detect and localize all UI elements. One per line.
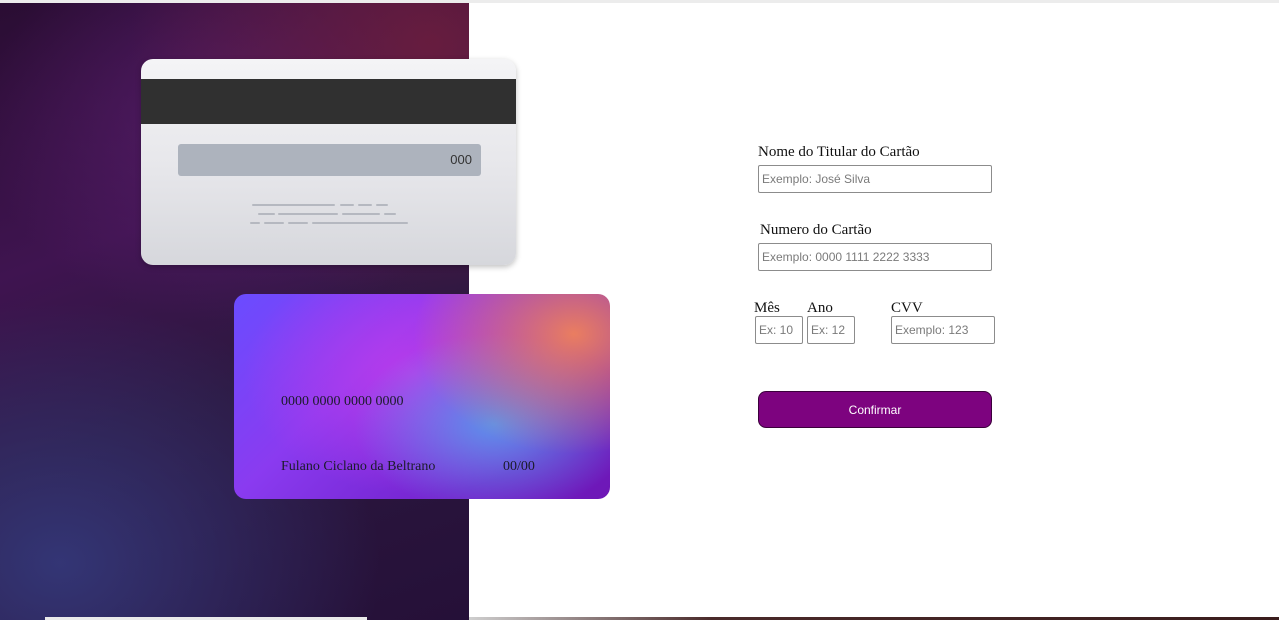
year-label: Ano — [807, 300, 833, 316]
card-front: 0000 0000 0000 0000 Fulano Ciclano da Be… — [234, 294, 610, 499]
page: 000 0000 0000 0000 0000 Fulano Ciclano d… — [0, 0, 1279, 620]
card-expiry: 00/00 — [503, 459, 535, 474]
magnetic-stripe — [141, 79, 516, 124]
name-label: Nome do Titular do Cartão — [758, 144, 920, 160]
card-number: 0000 0000 0000 0000 — [281, 394, 404, 409]
cvv-label: CVV — [891, 300, 923, 316]
cvv-input[interactable] — [891, 316, 995, 344]
card-holder-input[interactable] — [758, 165, 992, 193]
card-back-decorative-lines — [250, 204, 408, 224]
signature-strip: 000 — [178, 144, 481, 176]
year-input[interactable] — [807, 316, 855, 344]
confirm-button[interactable]: Confirmar — [758, 391, 992, 428]
month-input[interactable] — [755, 316, 803, 344]
month-label: Mês — [754, 300, 780, 316]
number-label: Numero do Cartão — [760, 222, 872, 238]
card-number-input[interactable] — [758, 243, 992, 271]
card-cvv: 000 — [450, 152, 472, 167]
card-holder-name: Fulano Ciclano da Beltrano — [281, 459, 436, 474]
card-back: 000 — [141, 59, 516, 265]
